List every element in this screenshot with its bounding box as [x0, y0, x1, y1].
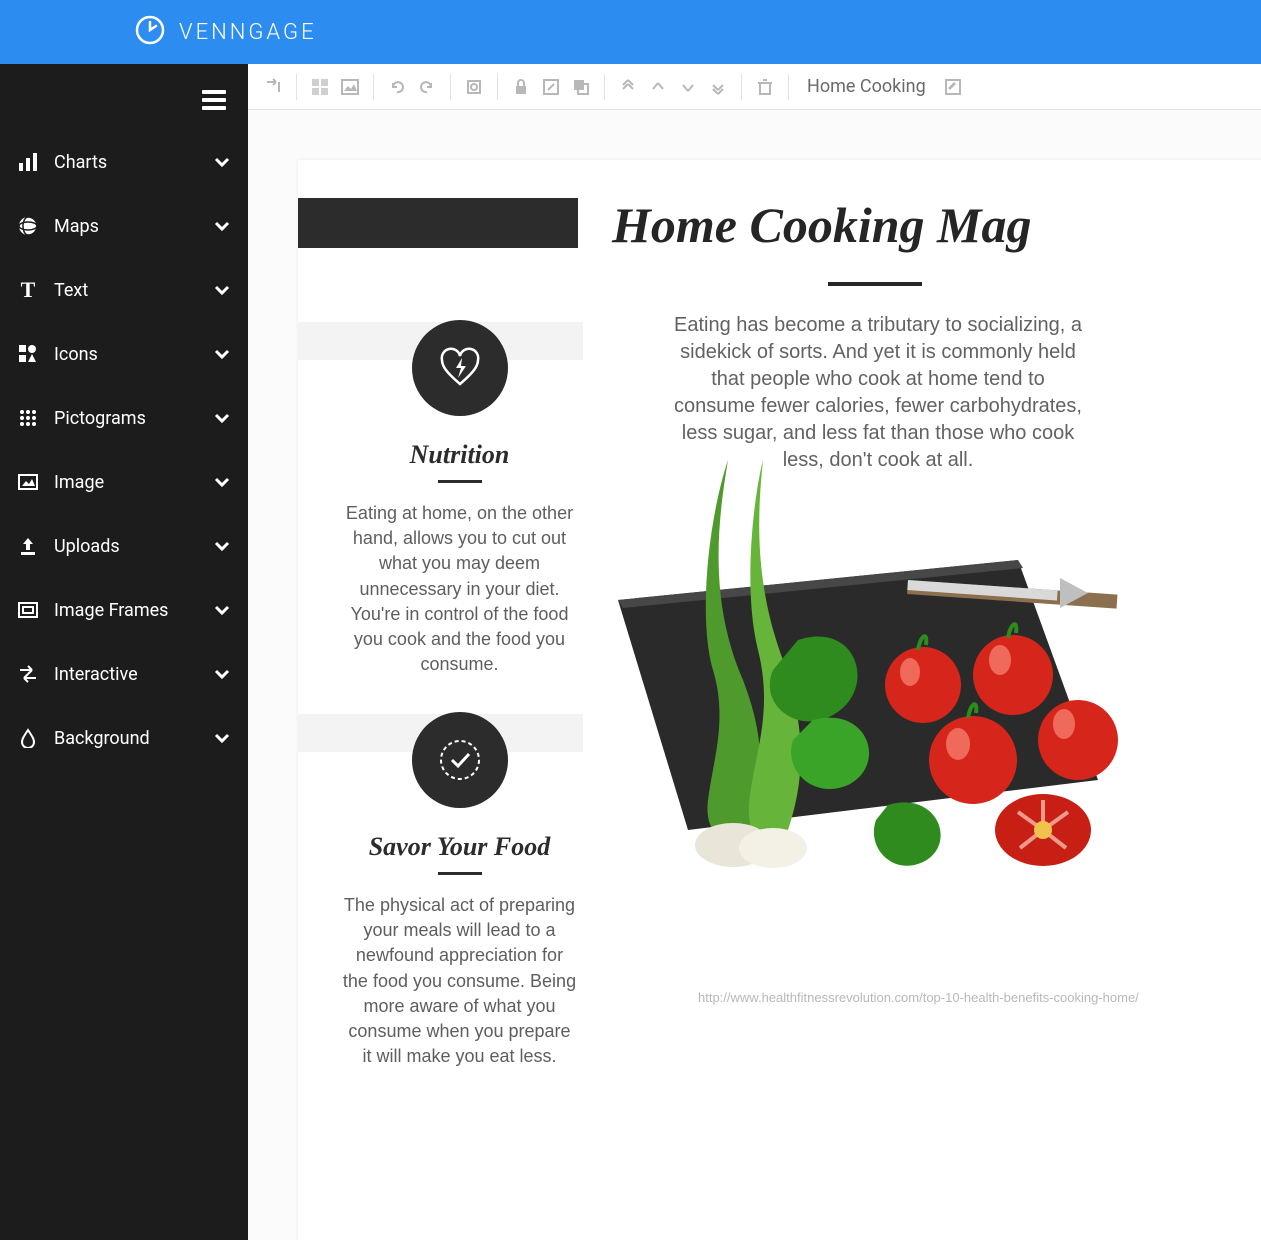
sidebar-item-label: Maps — [54, 216, 212, 237]
swap-button[interactable] — [260, 74, 286, 100]
section-heading[interactable]: Savor Your Food — [342, 832, 577, 862]
badge-check-icon — [412, 712, 508, 808]
sidebar-item-label: Icons — [54, 344, 212, 365]
brand[interactable]: VENNGAGE — [135, 15, 317, 49]
sidebar-item-maps[interactable]: Maps — [0, 194, 248, 258]
toolbar-separator — [788, 74, 789, 100]
brand-logo-icon — [135, 15, 165, 49]
decorative-bar — [298, 198, 578, 248]
chevron-down-icon — [212, 408, 232, 428]
bring-forward-button[interactable] — [645, 74, 671, 100]
image-icon — [16, 470, 40, 494]
sidebar-item-label: Image Frames — [54, 600, 212, 621]
chevron-down-icon — [212, 728, 232, 748]
heading-rule — [438, 480, 482, 483]
sidebar-item-text[interactable]: T Text — [0, 258, 248, 322]
sidebar-item-icons[interactable]: Icons — [0, 322, 248, 386]
section-savor[interactable]: Savor Your Food The physical act of prep… — [342, 712, 577, 1069]
rename-button[interactable] — [940, 74, 966, 100]
grid-button[interactable] — [307, 74, 333, 100]
sidebar-item-image[interactable]: Image — [0, 450, 248, 514]
toolbar-separator — [373, 74, 374, 100]
sidebar-item-charts[interactable]: Charts — [0, 130, 248, 194]
food-photo[interactable] — [558, 460, 1118, 900]
toolbar-separator — [604, 74, 605, 100]
canvas[interactable]: Home Cooking Mag Eating has become a tri… — [248, 110, 1261, 1240]
frame-icon — [16, 598, 40, 622]
upload-icon — [16, 534, 40, 558]
chevron-down-icon — [212, 280, 232, 300]
sidebar: Charts Maps T Text Icons Pictograms Imag… — [0, 64, 248, 1240]
section-body[interactable]: The physical act of preparing your meals… — [342, 893, 577, 1069]
toolbar-separator — [450, 74, 451, 100]
toolbar: Home Cooking — [248, 64, 1261, 110]
chevron-down-icon — [212, 472, 232, 492]
bring-front-button[interactable] — [615, 74, 641, 100]
sidebar-item-label: Background — [54, 728, 212, 749]
chevron-down-icon — [212, 600, 232, 620]
dots-grid-icon — [16, 406, 40, 430]
toolbar-separator — [296, 74, 297, 100]
sidebar-item-uploads[interactable]: Uploads — [0, 514, 248, 578]
sidebar-item-label: Text — [54, 280, 212, 301]
droplet-icon — [16, 726, 40, 750]
toolbar-separator — [741, 74, 742, 100]
lock-button[interactable] — [508, 74, 534, 100]
text-icon: T — [16, 278, 40, 302]
app-header: VENNGAGE — [0, 0, 1261, 64]
sidebar-item-label: Charts — [54, 152, 212, 173]
section-nutrition[interactable]: Nutrition Eating at home, on the other h… — [342, 320, 577, 677]
toolbar-separator — [497, 74, 498, 100]
crop-button[interactable] — [461, 74, 487, 100]
shapes-icon — [16, 342, 40, 366]
sidebar-item-pictograms[interactable]: Pictograms — [0, 386, 248, 450]
sidebar-item-label: Image — [54, 472, 212, 493]
document[interactable]: Home Cooking Mag Eating has become a tri… — [298, 160, 1261, 1240]
image-button[interactable] — [337, 74, 363, 100]
source-url[interactable]: http://www.healthfitnessrevolution.com/t… — [698, 990, 1139, 1005]
chevron-down-icon — [212, 536, 232, 556]
sidebar-item-label: Pictograms — [54, 408, 212, 429]
copy-button[interactable] — [568, 74, 594, 100]
interactive-icon — [16, 662, 40, 686]
send-backward-button[interactable] — [675, 74, 701, 100]
sidebar-item-interactive[interactable]: Interactive — [0, 642, 248, 706]
edit-button[interactable] — [538, 74, 564, 100]
heart-bolt-icon — [412, 320, 508, 416]
chevron-down-icon — [212, 152, 232, 172]
sidebar-item-label: Uploads — [54, 536, 212, 557]
sidebar-item-image-frames[interactable]: Image Frames — [0, 578, 248, 642]
sidebar-toggle[interactable] — [0, 78, 248, 130]
heading-rule — [438, 872, 482, 875]
hamburger-icon — [202, 90, 226, 110]
sidebar-item-label: Interactive — [54, 664, 212, 685]
bar-chart-icon — [16, 150, 40, 174]
chevron-down-icon — [212, 216, 232, 236]
sidebar-item-background[interactable]: Background — [0, 706, 248, 770]
redo-button[interactable] — [414, 74, 440, 100]
brand-name: VENNGAGE — [179, 20, 317, 45]
title-rule — [828, 282, 922, 286]
section-body[interactable]: Eating at home, on the other hand, allow… — [342, 501, 577, 677]
globe-icon — [16, 214, 40, 238]
document-title: Home Cooking — [807, 76, 926, 97]
undo-button[interactable] — [384, 74, 410, 100]
send-back-button[interactable] — [705, 74, 731, 100]
chevron-down-icon — [212, 344, 232, 364]
delete-button[interactable] — [752, 74, 778, 100]
svg-text:T: T — [21, 280, 36, 300]
chevron-down-icon — [212, 664, 232, 684]
section-heading[interactable]: Nutrition — [342, 440, 577, 470]
content-area: Home Cooking Home Cooking Mag Eating has… — [248, 64, 1261, 1240]
intro-text[interactable]: Eating has become a tributary to sociali… — [668, 312, 1088, 474]
